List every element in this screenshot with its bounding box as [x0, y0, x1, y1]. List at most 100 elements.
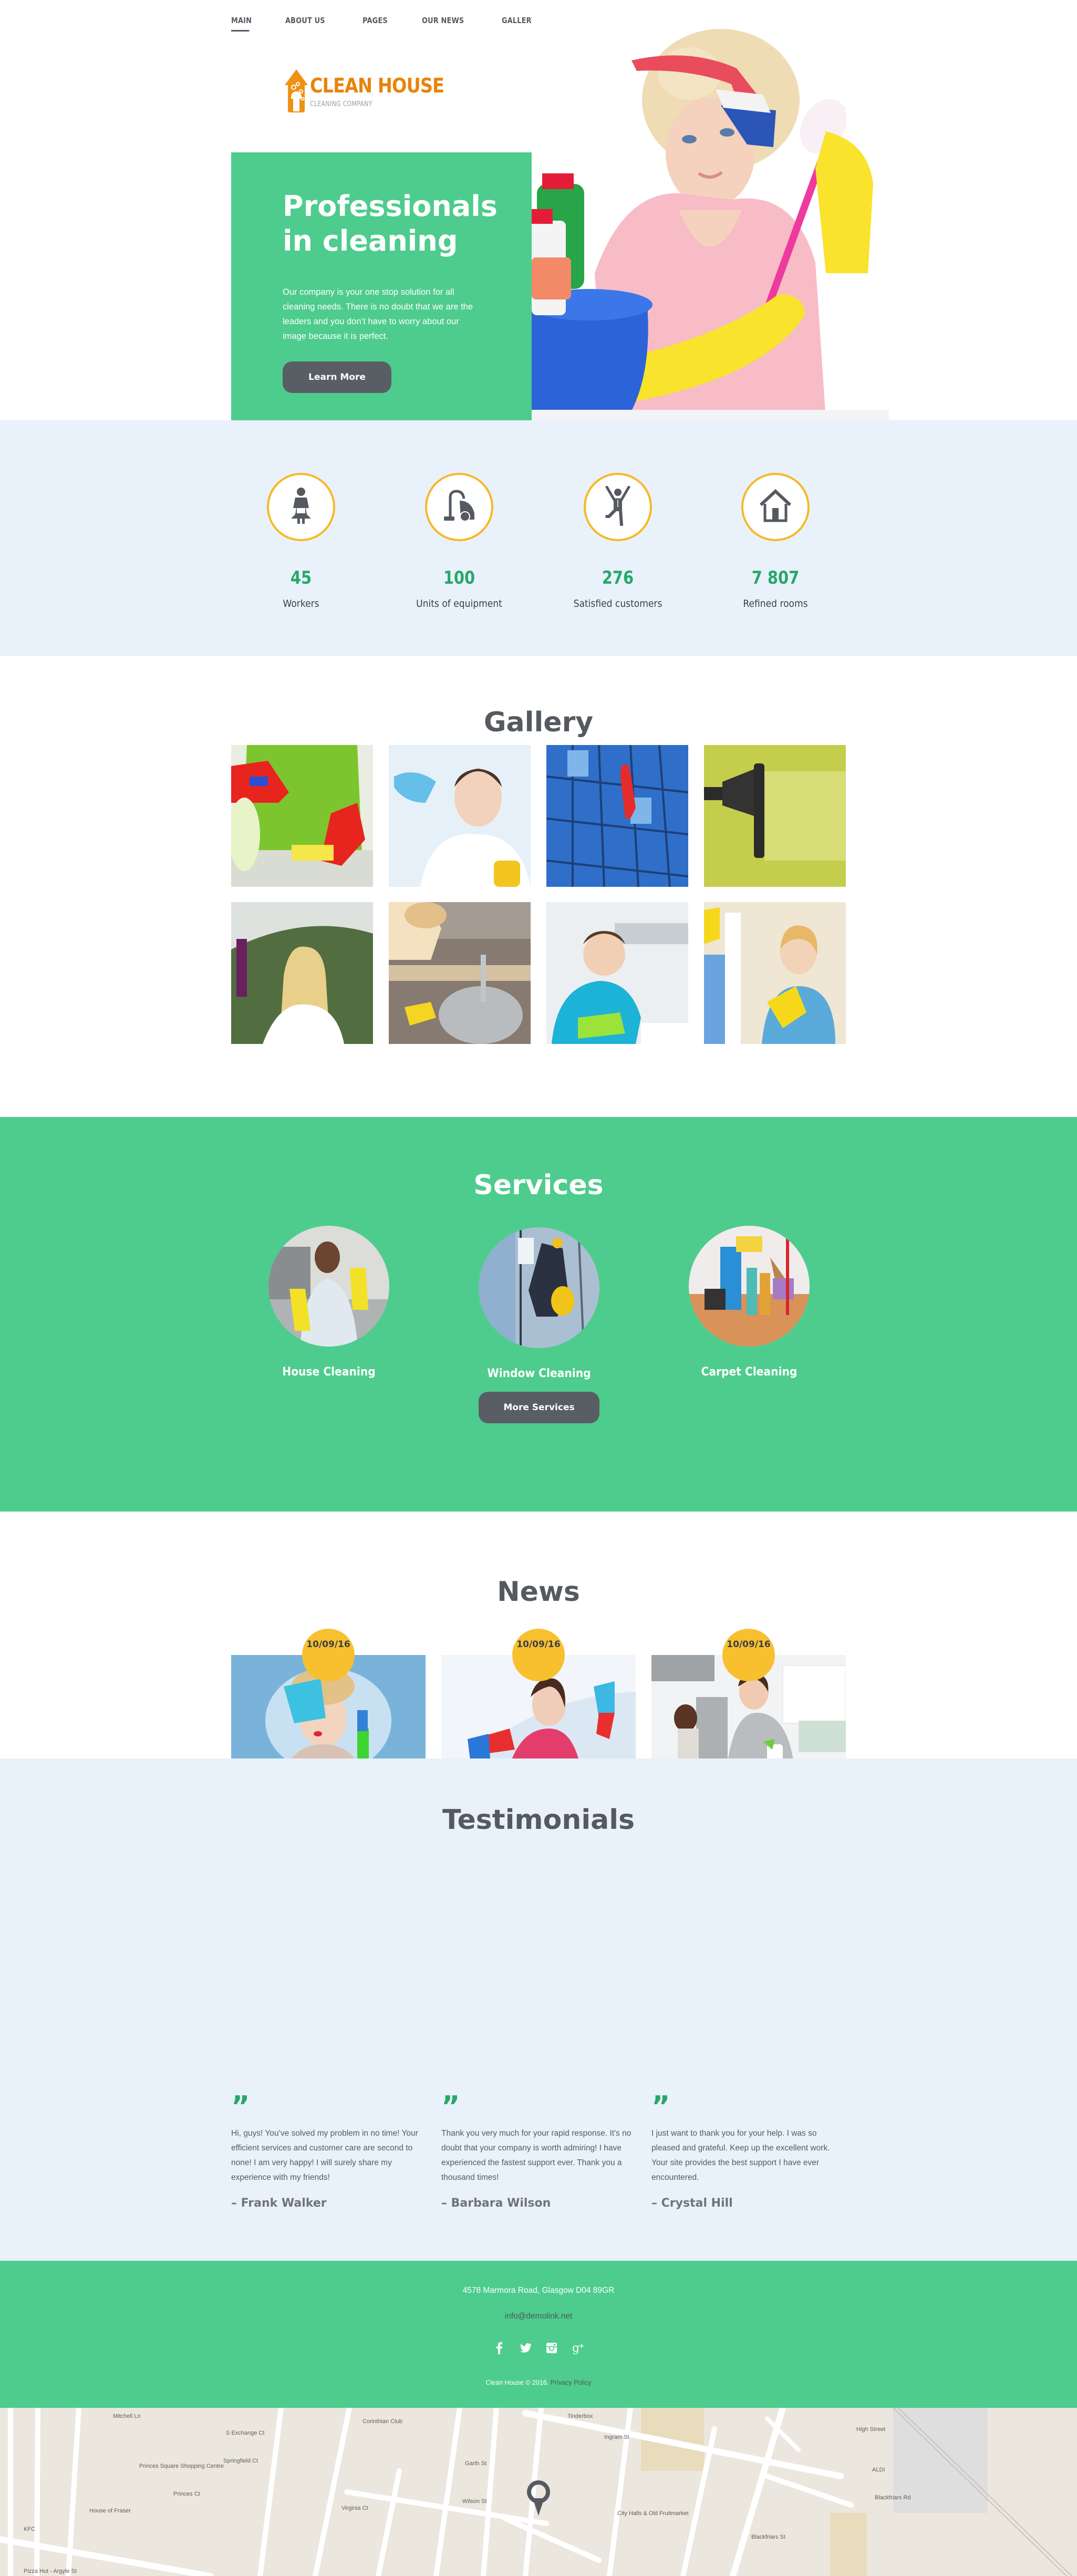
gallery-image[interactable]	[389, 902, 531, 1044]
logo[interactable]: CLEAN HOUSE CLEANING COMPANY	[284, 68, 462, 113]
nav-item-our-news[interactable]: OUR NEWS	[422, 16, 464, 32]
services-section: Services House Cleaning Window Cleaning …	[0, 1117, 1077, 1512]
logo-tagline: CLEANING COMPANY	[310, 100, 372, 108]
svg-text:g: g	[572, 2342, 579, 2354]
stat-label: Units of equipment	[416, 598, 502, 609]
instagram-icon[interactable]	[546, 2342, 557, 2354]
copyright-text: Clean House © 2016.	[485, 2379, 549, 2386]
testimonial: ” Hi, guys! You’ve solved my problem in …	[231, 2090, 426, 2210]
testimonial-text: Hi, guys! You’ve solved my problem in no…	[231, 2129, 418, 2182]
gallery-grid	[231, 745, 846, 1044]
svg-text:+: +	[579, 2342, 584, 2350]
map-label: Tinderbox	[567, 2413, 593, 2419]
map-label: Wilson St	[462, 2498, 487, 2505]
news-date-badge: 10/09/16	[722, 1629, 775, 1681]
map-label: ALDI	[872, 2467, 885, 2473]
happy-person-icon	[605, 485, 631, 529]
gallery-image[interactable]	[704, 745, 846, 887]
footer-address: 4578 Marmora Road, Glasgow D04 89GR	[462, 2286, 615, 2295]
map-label: Princes Ct	[173, 2491, 200, 2497]
maid-icon	[289, 487, 313, 527]
gallery-image[interactable]	[389, 745, 531, 887]
testimonial: ” Thank you very much for your rapid res…	[441, 2090, 636, 2210]
map-label: Blackfriars Rd	[875, 2495, 911, 2501]
news-title: News	[497, 1576, 580, 1608]
footer: 4578 Marmora Road, Glasgow D04 89GR info…	[0, 2261, 1077, 2408]
service-label: Carpet Cleaning	[701, 1365, 798, 1379]
testimonial-author: – Barbara Wilson	[441, 2197, 551, 2210]
service-house-cleaning[interactable]: House Cleaning	[250, 1226, 408, 1379]
service-image	[689, 1226, 810, 1347]
service-window-cleaning[interactable]: Window Cleaning	[460, 1227, 618, 1380]
house-icon	[759, 489, 792, 525]
map-label: Virginia Ct	[341, 2505, 368, 2511]
nav-item-main[interactable]: MAIN	[231, 16, 252, 32]
quote-icon: ”	[231, 2090, 250, 2123]
testimonial-text: I just want to thank you for your help. …	[651, 2129, 830, 2182]
map-label: House of Fraser	[89, 2508, 131, 2514]
hero-card: Professionals in cleaning Our company is…	[231, 152, 532, 420]
more-services-button[interactable]: More Services	[479, 1392, 599, 1423]
map-label: Garth St	[465, 2460, 486, 2467]
services-title: Services	[473, 1170, 604, 1201]
map-streets	[0, 2408, 1077, 2576]
quote-icon: ”	[651, 2090, 670, 2123]
map-label: Mitchell Ln	[113, 2413, 141, 2419]
hero-photo-cleaning-woman	[532, 11, 889, 420]
stat-rooms: 7 807 Refined rooms	[712, 420, 838, 609]
privacy-policy-link[interactable]: Privacy Policy	[551, 2379, 592, 2386]
google-plus-icon[interactable]: g +	[572, 2342, 584, 2355]
map-label: Blackfriars St	[751, 2534, 785, 2540]
location-map[interactable]: Mitchell Ln Princes Square Shopping Cent…	[0, 2408, 1077, 2576]
service-image	[268, 1226, 389, 1347]
service-carpet-cleaning[interactable]: Carpet Cleaning	[670, 1226, 828, 1379]
stat-value: 7 807	[751, 567, 800, 588]
service-label: Window Cleaning	[487, 1367, 591, 1380]
footer-copyright: Clean House © 2016. Privacy Policy	[0, 2379, 1077, 2386]
testimonial-author: – Frank Walker	[231, 2197, 327, 2210]
nav-item-gallery[interactable]: GALLERY	[502, 16, 536, 32]
footer-email-link[interactable]: info@demolink.net	[0, 2312, 1077, 2321]
stat-value: 45	[290, 567, 312, 588]
twitter-icon[interactable]	[520, 2342, 532, 2354]
hero-title: Professionals in cleaning	[283, 190, 498, 257]
facebook-icon[interactable]	[493, 2342, 505, 2354]
stats-section: 45 Workers 100 Units of equipment 276 Sa…	[0, 420, 1077, 656]
testimonials-title: Testimonials	[442, 1804, 635, 1836]
vacuum-cleaner-icon	[443, 489, 475, 525]
gallery-image[interactable]	[704, 902, 846, 1044]
map-label: City Halls & Old Fruitmarket	[617, 2510, 689, 2517]
stat-value: 100	[443, 567, 475, 588]
nav-item-pages[interactable]: PAGES	[363, 16, 388, 32]
stat-equipment: 100 Units of equipment	[396, 420, 522, 609]
stat-label: Satisfied customers	[573, 598, 662, 609]
gallery-image[interactable]	[231, 902, 373, 1044]
map-label: S Exchange Ct	[226, 2430, 265, 2436]
news-date-badge: 10/09/16	[302, 1629, 355, 1681]
news-date-badge: 10/09/16	[512, 1629, 565, 1681]
map-label: High Street	[856, 2426, 886, 2433]
map-label: Ingram St	[604, 2434, 629, 2440]
house-logo-icon	[284, 68, 308, 113]
service-image	[479, 1227, 599, 1348]
service-label: House Cleaning	[282, 1365, 376, 1379]
stat-workers: 45 Workers	[238, 420, 364, 609]
nav-item-about-us[interactable]: ABOUT US	[285, 16, 325, 32]
gallery-image[interactable]	[546, 902, 688, 1044]
hero-learn-more-button[interactable]: Learn More	[283, 361, 391, 393]
hero-section: MAIN ABOUT US PAGES OUR NEWS GALLERY CON…	[0, 0, 1077, 420]
map-label: KFC	[24, 2526, 35, 2532]
map-label: Corinthian Club	[363, 2418, 402, 2425]
social-links: g +	[0, 2342, 1077, 2355]
gallery-image[interactable]	[231, 745, 373, 887]
gallery-image[interactable]	[546, 745, 688, 887]
stat-label: Refined rooms	[743, 598, 808, 609]
testimonial-author: – Crystal Hill	[651, 2197, 733, 2210]
quote-icon: ”	[441, 2090, 460, 2123]
map-label: Pizza Hut - Argyle St	[24, 2568, 77, 2574]
hero-text: Our company is your one stop solution fo…	[283, 287, 473, 341]
testimonial-text: Thank you very much for your rapid respo…	[441, 2129, 631, 2182]
stat-customers: 276 Satisfied customers	[555, 420, 681, 609]
testimonial: ” I just want to thank you for your help…	[651, 2090, 846, 2210]
map-label: Springfield Ct	[223, 2458, 258, 2464]
